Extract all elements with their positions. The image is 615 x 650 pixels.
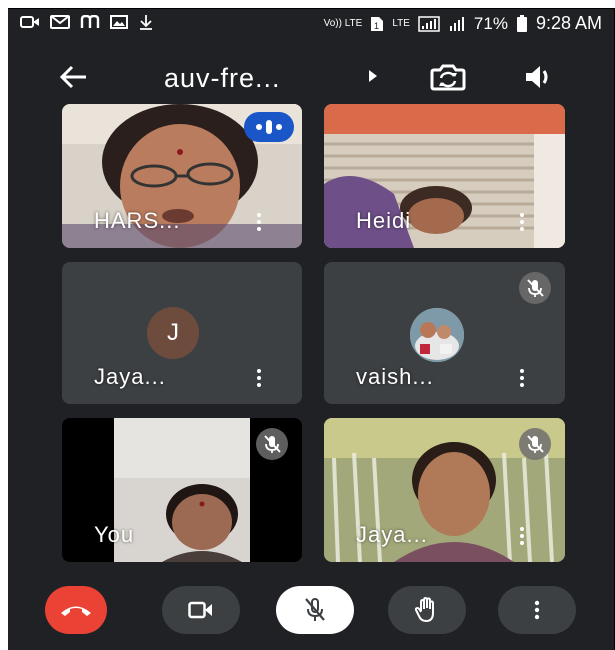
- more-options-button[interactable]: [498, 586, 576, 634]
- muted-indicator: [519, 272, 551, 304]
- end-call-icon: [61, 606, 91, 616]
- self-name: You: [94, 522, 135, 547]
- video-notification-icon: [20, 16, 39, 28]
- battery-percent: 71%: [473, 13, 508, 33]
- microphone-toggle-button[interactable]: [276, 586, 354, 634]
- status-bar: Vo)) LTE 1 LTE 71% 9:28 AM: [8, 9, 614, 39]
- download-icon: [140, 15, 152, 30]
- clock: 9:28 AM: [535, 13, 602, 33]
- raise-hand-icon: [415, 597, 434, 623]
- switch-camera-icon[interactable]: [428, 62, 468, 92]
- mic-off-icon: [264, 435, 281, 453]
- raise-hand-button[interactable]: [388, 586, 466, 634]
- participant-tile[interactable]: J Jaya...: [62, 262, 302, 404]
- audio-level-icon: [256, 120, 282, 134]
- self-view-tile[interactable]: You: [62, 418, 302, 562]
- signal-2-icon: [449, 16, 464, 31]
- meet-screen: Vo)) LTE 1 LTE 71% 9:28 AM auv-fre... HA…: [8, 8, 615, 650]
- end-call-button[interactable]: [45, 586, 107, 634]
- more-options-icon[interactable]: [517, 524, 527, 548]
- participant-tile[interactable]: HARS...: [62, 104, 302, 248]
- avatar: J: [147, 307, 199, 359]
- camera-toggle-button[interactable]: [162, 586, 240, 634]
- more-options-icon[interactable]: [254, 210, 264, 234]
- more-options-icon[interactable]: [517, 210, 527, 234]
- camera-icon: [188, 601, 212, 619]
- meeting-details-arrow-icon[interactable]: [368, 69, 378, 83]
- more-options-icon[interactable]: [517, 366, 527, 390]
- mic-off-icon: [527, 435, 544, 453]
- participant-tile[interactable]: vaish...: [324, 262, 565, 404]
- participant-name: HARS...: [94, 208, 181, 233]
- speaker-icon[interactable]: [520, 62, 556, 92]
- image-icon: [110, 15, 128, 29]
- meeting-app-bar: auv-fre...: [8, 57, 614, 101]
- participant-name: Heidi: [356, 208, 412, 233]
- notification-icons: [20, 14, 154, 30]
- participant-tile[interactable]: Jaya...: [324, 418, 565, 562]
- svg-text:1: 1: [374, 21, 379, 31]
- lte-label: LTE: [392, 17, 410, 29]
- volte-label: Vo)) LTE: [323, 17, 363, 29]
- signal-icon: [418, 15, 440, 32]
- more-vertical-icon: [534, 600, 540, 620]
- participant-name: Jaya...: [356, 522, 428, 547]
- more-options-icon[interactable]: [254, 366, 264, 390]
- gmail-icon: [50, 15, 70, 29]
- meeting-title[interactable]: auv-fre...: [164, 63, 281, 94]
- participant-tile[interactable]: Heidi: [324, 104, 565, 248]
- avatar-photo: [410, 308, 464, 362]
- call-controls: [8, 581, 614, 641]
- back-arrow-icon[interactable]: [58, 61, 90, 93]
- muted-indicator: [256, 428, 288, 460]
- muted-indicator: [519, 428, 551, 460]
- participant-name: Jaya...: [94, 364, 166, 389]
- battery-icon: [516, 14, 527, 32]
- mic-off-icon: [527, 279, 544, 297]
- mic-off-icon: [305, 598, 325, 621]
- sim-icon: 1: [371, 16, 384, 31]
- avatar: [410, 308, 464, 362]
- speaking-indicator: [244, 112, 294, 142]
- app-m-icon: [80, 15, 100, 28]
- participant-name: vaish...: [356, 364, 434, 389]
- system-icons: Vo)) LTE 1 LTE 71% 9:28 AM: [324, 13, 602, 34]
